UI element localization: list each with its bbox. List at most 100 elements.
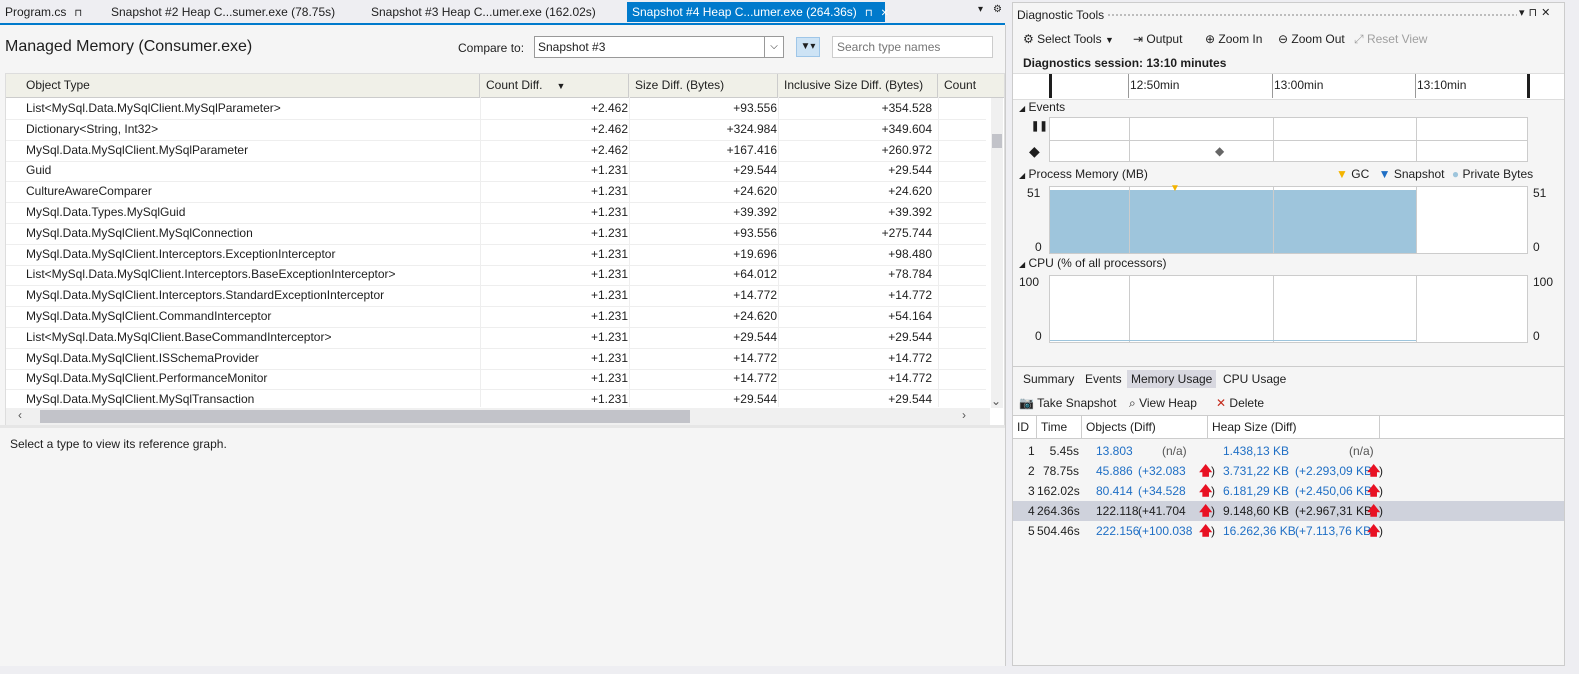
objects-link[interactable]: 80.414 (1096, 481, 1133, 501)
title-grip[interactable] (1107, 13, 1517, 17)
table-row[interactable]: MySql.Data.MySqlClient.MySqlConnection +1… (6, 223, 986, 245)
tab-memory-usage[interactable]: Memory Usage (1127, 370, 1217, 388)
diagnostic-event-marker[interactable]: ◆ (1215, 144, 1224, 158)
delete-button[interactable]: ✕ Delete (1216, 394, 1264, 412)
filter-icon[interactable]: ▼▾ (796, 37, 820, 57)
tab-snapshot-4[interactable]: Snapshot #4 Heap C...umer.exe (264.36s) ⊓… (627, 2, 889, 22)
objects-diff-link[interactable]: (+41.704 (1138, 501, 1186, 521)
heap-diff-link[interactable]: (+2.450,06 KB (1295, 481, 1372, 501)
table-row[interactable]: MySql.Data.MySqlClient.MySqlParameter +2.… (6, 140, 986, 162)
column-count-diff[interactable]: Count Diff. ▼ (480, 74, 629, 97)
pane-splitter[interactable] (0, 425, 1005, 428)
zoom-in-button[interactable]: ⊕ Zoom In (1205, 30, 1262, 48)
column-objects[interactable]: Objects (Diff) (1082, 416, 1208, 438)
table-row[interactable]: Dictionary<String, Int32> +2.462 +324.984 +… (6, 119, 986, 141)
column-object-type[interactable]: Object Type (6, 74, 480, 97)
snapshot-row[interactable]: 1 5.45s 13.803 (n/a) 1.438,13 KB (n/a) (1013, 441, 1564, 461)
snapshot-row[interactable]: 4 264.36s 122.118 (+41.704 🡅) 9.148,60 KB (+2.… (1013, 501, 1564, 521)
chevron-down-icon[interactable]: ⌵ (764, 37, 783, 57)
cpu-axis-min: 0 (1035, 329, 1042, 343)
table-row[interactable]: CultureAwareComparer +1.231 +24.620 +24.620 (6, 181, 986, 204)
heap-diff-link[interactable]: (+2.967,31 KB (1295, 501, 1372, 521)
tab-cpu-usage[interactable]: CPU Usage (1219, 370, 1290, 388)
column-count[interactable]: Count (938, 74, 1004, 97)
objects-diff-link[interactable]: (+100.038 (1138, 521, 1192, 541)
heap-size-link[interactable]: 16.262,36 KB (1223, 521, 1296, 541)
heap-diff-link[interactable]: (+2.293,09 KB (1295, 461, 1372, 481)
snapshot-row[interactable]: 2 78.75s 45.886 (+32.083 🡅) 3.731,22 KB (+2.29… (1013, 461, 1564, 481)
table-row[interactable]: MySql.Data.MySqlClient.ISSchemaProvider +… (6, 348, 986, 370)
pin-icon[interactable]: ⊓ (865, 8, 873, 19)
column-size-diff[interactable]: Size Diff. (Bytes) (629, 74, 778, 97)
gear-icon[interactable]: ⚙ (993, 4, 1002, 15)
scrollbar-thumb[interactable] (992, 134, 1002, 148)
pin-icon[interactable]: ⊓ (74, 8, 82, 19)
cpu-section-header[interactable]: ◢ CPU (% of all processors) (1019, 256, 1167, 270)
zoom-out-button[interactable]: ⊖ Zoom Out (1278, 30, 1345, 48)
section-label: CPU (% of all processors) (1028, 256, 1167, 270)
objects-link[interactable]: 45.886 (1096, 461, 1133, 481)
table-row[interactable]: List<MySql.Data.MySqlClient.MySqlParamet… (6, 98, 986, 120)
heap-size-link[interactable]: 9.148,60 KB (1223, 501, 1289, 521)
heap-diff-link[interactable]: (+7.113,76 KB (1295, 521, 1371, 541)
table-row[interactable]: List<MySql.Data.MySqlClient.Interceptors… (6, 264, 986, 287)
inclusive-size-diff-cell: +39.392 (888, 205, 932, 219)
select-tools-button[interactable]: ⚙ Select Tools ▼ (1023, 30, 1114, 48)
objects-diff-link[interactable]: (+32.083 (1138, 461, 1186, 481)
close-icon[interactable]: ✕ (1541, 7, 1554, 19)
take-snapshot-button[interactable]: 📷 Take Snapshot (1019, 394, 1116, 412)
column-inclusive-size-diff[interactable]: Inclusive Size Diff. (Bytes) (778, 74, 938, 97)
table-row[interactable]: MySql.Data.MySqlClient.Interceptors.Stan… (6, 285, 986, 308)
column-time[interactable]: Time (1037, 416, 1082, 438)
timeline-start-handle[interactable] (1049, 74, 1052, 98)
table-row[interactable]: MySql.Data.MySqlClient.PerformanceMonito… (6, 368, 986, 391)
column-heap-size[interactable]: Heap Size (Diff) (1208, 416, 1380, 438)
snapshot-row[interactable]: 3 162.02s 80.414 (+34.528 🡅) 6.181,29 KB (+2.4… (1013, 481, 1564, 501)
size-diff-cell: +24.620 (733, 309, 777, 323)
tab-summary[interactable]: Summary (1019, 370, 1078, 388)
scrollbar-thumb[interactable] (40, 410, 690, 423)
events-section-header[interactable]: ◢ Events (1019, 100, 1065, 114)
scroll-left-icon[interactable]: ‹ (18, 408, 22, 422)
pin-icon[interactable]: ⊓ (1529, 7, 1542, 19)
vertical-scrollbar[interactable]: ⌄ (991, 98, 1003, 408)
heap-size-link[interactable]: 3.731,22 KB (1223, 461, 1289, 481)
process-memory-chart[interactable]: ▼ (1049, 183, 1528, 254)
cpu-chart[interactable] (1049, 275, 1528, 343)
reset-view-button[interactable]: ⤢ Reset View (1354, 30, 1427, 48)
timeline-ruler[interactable]: 12:50min 13:00min 13:10min (1013, 73, 1564, 100)
tab-snapshot-3[interactable]: Snapshot #3 Heap C...umer.exe (162.02s) (366, 2, 601, 22)
table-row[interactable]: Guid +1.231 +29.544 +29.544 (6, 160, 986, 183)
heap-size-link[interactable]: 6.181,29 KB (1223, 481, 1289, 501)
process-memory-section-header[interactable]: ◢ Process Memory (MB) (1019, 167, 1148, 181)
snapshot-id: 3 (1028, 484, 1035, 498)
gc-marker-icon[interactable]: ▼ (1170, 183, 1180, 194)
table-row[interactable]: MySql.Data.MySqlClient.CommandIntercepto… (6, 306, 986, 328)
tab-events[interactable]: Events (1081, 370, 1126, 388)
compare-to-dropdown[interactable]: Snapshot #3 ⌵ (534, 36, 784, 58)
search-input[interactable] (832, 36, 993, 58)
objects-link[interactable]: 222.156 (1096, 521, 1139, 541)
tab-program-cs[interactable]: Program.cs ⊓ (0, 2, 87, 22)
events-track[interactable]: ◆ (1049, 117, 1528, 162)
objects-diff-link[interactable]: (+34.528 (1138, 481, 1186, 501)
timeline-end-handle[interactable] (1527, 74, 1530, 98)
objects-link[interactable]: 13.803 (1096, 441, 1133, 461)
collapse-icon: ◢ (1019, 104, 1026, 113)
tab-overflow-icon[interactable]: ▾ (978, 4, 983, 15)
scroll-right-icon[interactable]: › (962, 408, 966, 422)
close-icon[interactable]: ✕ (881, 8, 889, 19)
heap-size-link[interactable]: 1.438,13 KB (1223, 441, 1289, 461)
table-row[interactable]: MySql.Data.Types.MySqlGuid +1.231 +39.392 +… (6, 202, 986, 224)
column-id[interactable]: ID (1013, 416, 1037, 438)
table-row[interactable]: List<MySql.Data.MySqlClient.BaseCommandI… (6, 327, 986, 349)
output-button[interactable]: ⇥ Output (1133, 30, 1182, 48)
view-heap-button[interactable]: ⌕ View Heap (1129, 394, 1197, 412)
dropdown-icon[interactable]: ▾ (1519, 7, 1529, 19)
snapshot-row[interactable]: 5 504.46s 222.156 (+100.038 🡅) 16.262,36 KB (+… (1013, 521, 1564, 541)
scroll-down-icon[interactable]: ⌄ (991, 394, 1001, 408)
horizontal-scrollbar[interactable]: ‹ › (6, 408, 990, 425)
table-row[interactable]: MySql.Data.MySqlClient.Interceptors.Exce… (6, 244, 986, 266)
objects-link[interactable]: 122.118 (1096, 501, 1139, 521)
tab-snapshot-2[interactable]: Snapshot #2 Heap C...sumer.exe (78.75s) (106, 2, 340, 22)
